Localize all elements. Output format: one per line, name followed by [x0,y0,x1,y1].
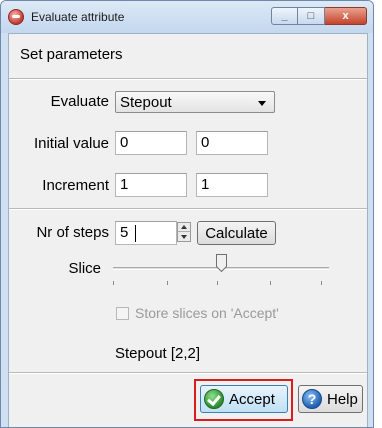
initial-value-field-1[interactable]: 0 [115,131,187,155]
steps-label: Nr of steps [36,224,109,241]
status-text: Stepout [2,2] [115,345,201,362]
slice-slider-thumb[interactable] [215,254,227,272]
arrow-up-icon [181,225,187,229]
slider-tick [167,281,168,285]
close-button[interactable]: x [325,7,367,25]
slider-tick [321,281,322,285]
steps-field[interactable]: 5 [115,221,177,245]
dialog-body: Set parameters Evaluate Stepout Initial … [8,33,368,427]
accept-button[interactable]: Accept [200,385,288,413]
spin-up-button[interactable] [178,223,190,232]
increment-field-1[interactable]: 1 [115,173,187,197]
spin-down-button[interactable] [178,232,190,241]
increment-label: Increment [42,177,109,194]
window-controls: _ □ x [271,7,367,25]
maximize-button[interactable]: □ [298,7,325,25]
steps-spinner[interactable] [177,222,191,242]
slider-tick [217,281,218,285]
chevron-down-icon [258,101,266,106]
arrow-down-icon [181,234,187,239]
help-button[interactable]: ? Help [298,385,363,413]
title-bar[interactable]: Evaluate attribute _ □ x [1,1,373,33]
steps-divider [9,208,367,210]
slider-tick [113,281,114,285]
evaluate-attribute-dialog: Evaluate attribute _ □ x Set parameters … [0,0,374,428]
minimize-button[interactable]: _ [271,7,298,25]
initial-value-field-2[interactable]: 0 [196,131,268,155]
increment-field-2[interactable]: 1 [196,173,268,197]
section-header: Set parameters [20,46,123,63]
evaluate-dropdown[interactable]: Stepout [115,91,275,113]
slice-label: Slice [68,260,101,277]
evaluate-label: Evaluate [50,93,109,110]
help-icon: ? [302,389,322,409]
text-cursor [135,225,136,242]
calculate-button[interactable]: Calculate [197,221,276,245]
slider-tick [270,281,271,285]
checkmark-icon [204,389,224,409]
help-button-label: Help [327,390,358,408]
initial-value-label: Initial value [33,135,109,152]
store-slices-label: Store slices on 'Accept' [135,305,279,321]
window-title: Evaluate attribute [31,10,125,24]
footer-divider [9,372,367,374]
accept-button-label: Accept [229,390,275,408]
header-divider [9,78,367,80]
store-slices-checkbox[interactable] [116,307,129,320]
evaluate-selected-value: Stepout [120,94,172,111]
app-icon [8,9,24,25]
